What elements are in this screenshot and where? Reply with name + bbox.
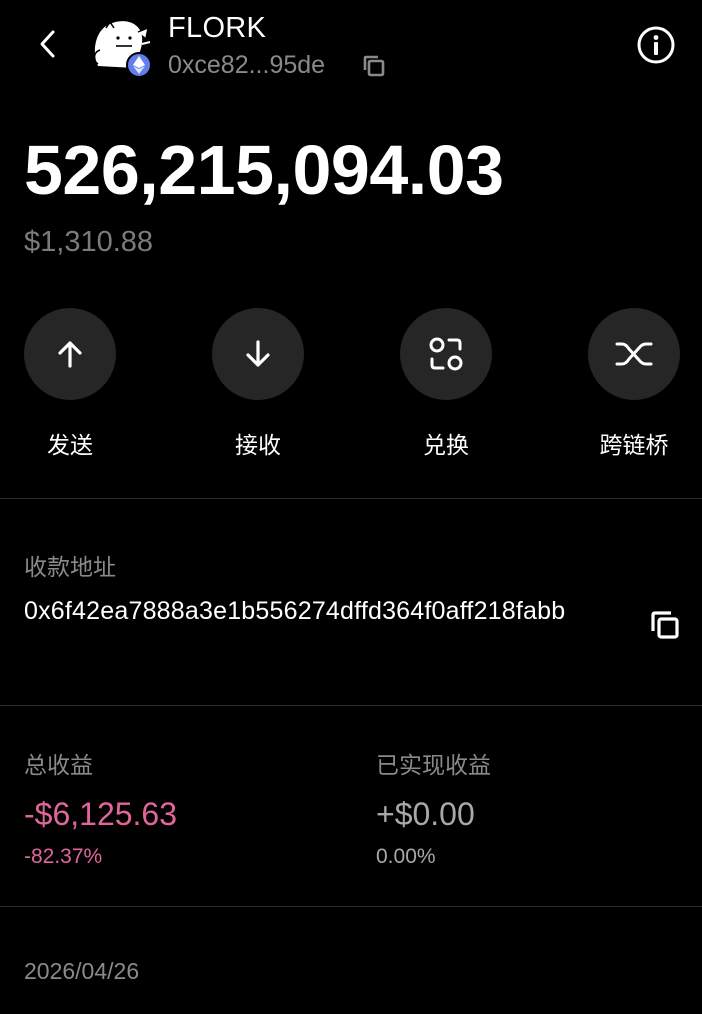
- realized-pnl-label: 已实现收益: [376, 753, 491, 779]
- copy-icon: [651, 611, 679, 639]
- realized-pnl-percent: 0.00%: [376, 845, 436, 868]
- send-circle[interactable]: [24, 308, 116, 400]
- info-icon: [637, 26, 675, 64]
- chain-badge: [126, 52, 152, 78]
- token-name: FLORK: [168, 12, 267, 44]
- swap-label: 兑换: [423, 433, 469, 459]
- receive-button[interactable]: 接收: [212, 308, 304, 460]
- info-button[interactable]: [636, 25, 676, 65]
- date-label: 2026/04/26: [24, 958, 140, 984]
- contract-address: 0xce82...95de: [168, 51, 326, 79]
- swap-button[interactable]: 兑换: [400, 308, 492, 460]
- send-button[interactable]: 发送: [24, 308, 116, 460]
- bridge-button[interactable]: 跨链桥: [588, 308, 680, 460]
- receive-circle[interactable]: [212, 308, 304, 400]
- copy-icon: [363, 55, 385, 77]
- swap-icon: [429, 337, 463, 371]
- chevron-left-icon: [40, 30, 55, 58]
- send-label: 发送: [47, 433, 93, 459]
- realized-pnl-value: +$0.00: [376, 796, 475, 832]
- bridge-label: 跨链桥: [599, 433, 669, 459]
- arrow-up-icon: [58, 341, 82, 368]
- bridge-circle[interactable]: [588, 308, 680, 400]
- swap-circle[interactable]: [400, 308, 492, 400]
- fiat-value: $1,310.88: [24, 226, 154, 258]
- receive-address: 0x6f42ea7888a3e1b556274dffd364f0aff218fa…: [24, 597, 566, 625]
- back-button[interactable]: [30, 26, 66, 62]
- token-detail-page: FLORK 0xce82...95de 526,215,094.03 $1,31…: [0, 0, 702, 1014]
- receive-address-label: 收款地址: [24, 555, 116, 581]
- ethereum-icon: [133, 56, 145, 74]
- bridge-icon: [615, 342, 653, 366]
- copy-contract-button[interactable]: [360, 52, 388, 80]
- total-pnl-value: -$6,125.63: [24, 796, 178, 832]
- total-pnl-label: 总收益: [24, 753, 93, 779]
- divider: [0, 906, 702, 907]
- copy-address-button[interactable]: [648, 608, 682, 642]
- arrow-down-icon: [246, 340, 270, 367]
- action-bar: 发送 接收 兑换 跨链桥: [0, 308, 702, 468]
- divider: [0, 498, 702, 499]
- receive-label: 接收: [235, 433, 281, 459]
- divider: [0, 705, 702, 706]
- token-balance: 526,215,094.03: [24, 131, 504, 209]
- total-pnl-percent: -82.37%: [24, 845, 103, 868]
